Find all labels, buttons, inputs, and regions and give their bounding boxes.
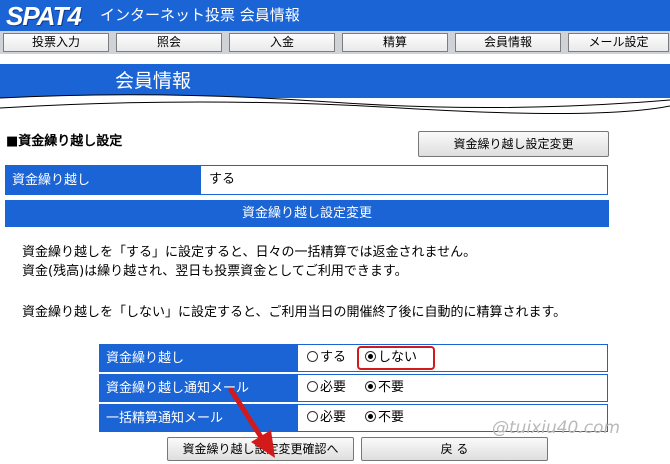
carryover-mail-options: 必要 不要 [297, 374, 608, 402]
description-line-1: 資金繰り越しを「する」に設定すると、日々の一括精算では返金されません。 [22, 245, 477, 260]
red-arrow-icon [228, 387, 275, 458]
radio-selected-icon[interactable] [365, 381, 376, 392]
back-button[interactable]: 戻 る [361, 437, 548, 461]
description-line-3: 資金繰り越しを「しない」に設定すると、ご利用当日の開催終了後に自動的に精算されま… [22, 305, 567, 320]
bulk-mail-option-unneeded[interactable]: 不要 [365, 405, 404, 431]
option-label: 不要 [378, 380, 405, 395]
nav-vote-input[interactable]: 投票入力 [3, 33, 109, 52]
radio-icon[interactable] [307, 351, 318, 362]
description-line-2: 資金(残高)は繰り越され、翌日も投票資金としてご利用できます。 [22, 264, 408, 279]
option-label: する [320, 350, 347, 365]
current-setting-label: 資金繰り越し [5, 165, 200, 195]
radio-icon[interactable] [307, 411, 318, 422]
carryover-mail-option-need[interactable]: 必要 [307, 375, 346, 401]
nav-settlement[interactable]: 精算 [342, 33, 448, 52]
nav-deposit[interactable]: 入金 [229, 33, 335, 52]
torn-edge-divider [0, 94, 670, 132]
header-title: インターネット投票 会員情報 [100, 6, 300, 24]
radio-icon[interactable] [307, 381, 318, 392]
current-setting-value: する [200, 165, 608, 195]
nav-mail-settings[interactable]: メール設定 [568, 33, 669, 52]
form-heading: 資金繰り越し設定変更 [241, 206, 372, 221]
section-title: ■資金繰り越し設定 [6, 134, 123, 149]
nav-inquiry[interactable]: 照会 [116, 33, 222, 52]
option-label: 必要 [320, 410, 347, 425]
spat4-logo: SPAT4 [6, 1, 82, 31]
carryover-mail-option-unneeded[interactable]: 不要 [365, 375, 404, 401]
nav-member-info[interactable]: 会員情報 [455, 33, 561, 52]
selection-highlight-box [357, 346, 435, 370]
option-label: 必要 [320, 380, 347, 395]
radio-selected-icon[interactable] [365, 411, 376, 422]
carryover-label: 資金繰り越し [99, 344, 297, 372]
bulk-mail-option-need[interactable]: 必要 [307, 405, 346, 431]
option-label: 不要 [378, 410, 405, 425]
watermark: @tuixiu40.com [492, 418, 621, 438]
change-setting-button[interactable]: 資金繰り越し設定変更 [418, 131, 609, 157]
page-title: 会員情報 [115, 70, 192, 92]
carryover-option-yes[interactable]: する [307, 345, 346, 371]
carryover-options: する しない [297, 344, 608, 372]
